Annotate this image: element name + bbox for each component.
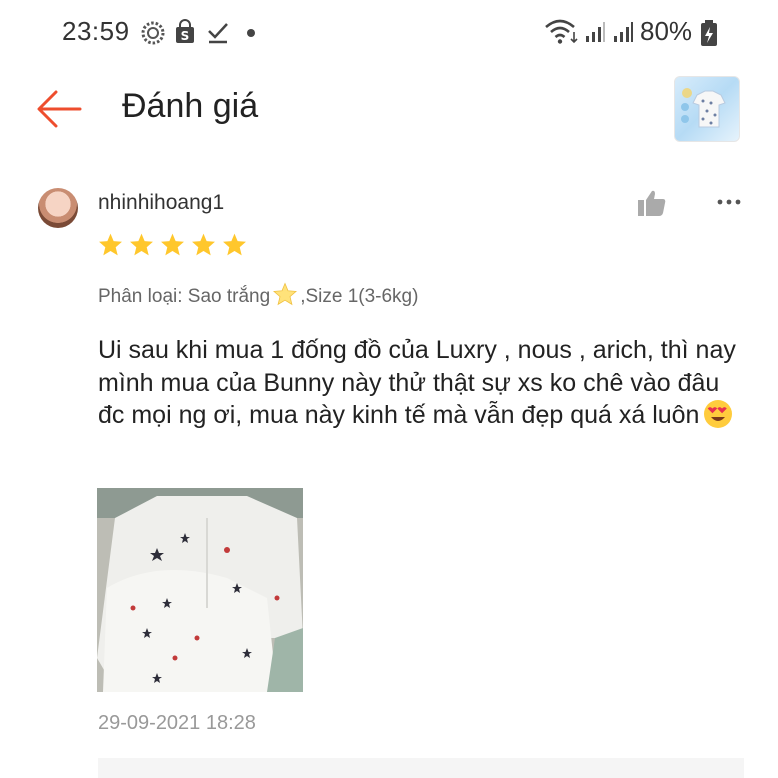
heart-eyes-emoji-icon	[704, 400, 733, 428]
battery-percent: 80%	[640, 16, 693, 46]
star-icon	[99, 233, 122, 256]
review-photo-image	[97, 488, 303, 692]
more-options-icon[interactable]	[716, 190, 742, 214]
check-download-icon	[208, 23, 228, 44]
product-thumbnail[interactable]	[674, 76, 740, 142]
review-body: Ui sau khi mua 1 đống đồ của Luxry , nou…	[98, 336, 736, 429]
star-icon	[192, 233, 215, 256]
thumbs-up-icon[interactable]	[636, 188, 668, 218]
arrow-left-icon[interactable]	[34, 86, 84, 132]
battery-charging-icon	[701, 20, 717, 46]
reviewer-username: nhinhihoang1	[98, 191, 225, 214]
star-icon	[223, 233, 246, 256]
wifi-icon	[545, 19, 578, 44]
review-timestamp: 29-09-2021 18:28	[98, 712, 256, 734]
star-emoji-icon	[273, 282, 298, 306]
shopee-bag-icon: S	[176, 19, 194, 43]
status-time: 23:59	[62, 16, 130, 46]
seller-reply-box	[98, 758, 744, 778]
status-bar: 23:59 S 80%	[0, 0, 778, 64]
svg-text:S: S	[181, 29, 190, 43]
header-bar: Đánh giá	[0, 64, 778, 154]
signal-icon	[614, 22, 633, 42]
dot-icon	[247, 29, 255, 37]
star-icon	[161, 233, 184, 256]
product-image	[681, 88, 726, 128]
page-title: Đánh giá	[122, 87, 259, 125]
variant-label: Phân loại: Sao trắng ,Size 1(3-6kg)	[98, 282, 418, 308]
signal-icon	[586, 22, 605, 42]
star-icon	[130, 233, 153, 256]
variant-prefix: Phân loại: Sao trắng	[98, 286, 271, 307]
review-text: Ui sau khi mua 1 đống đồ của Luxry , nou…	[98, 334, 738, 432]
avatar[interactable]	[38, 188, 78, 228]
review-photo[interactable]	[97, 488, 303, 692]
variant-suffix: ,Size 1(3-6kg)	[300, 286, 419, 307]
settings-gear-icon	[141, 21, 165, 45]
rating-stars	[98, 232, 247, 257]
